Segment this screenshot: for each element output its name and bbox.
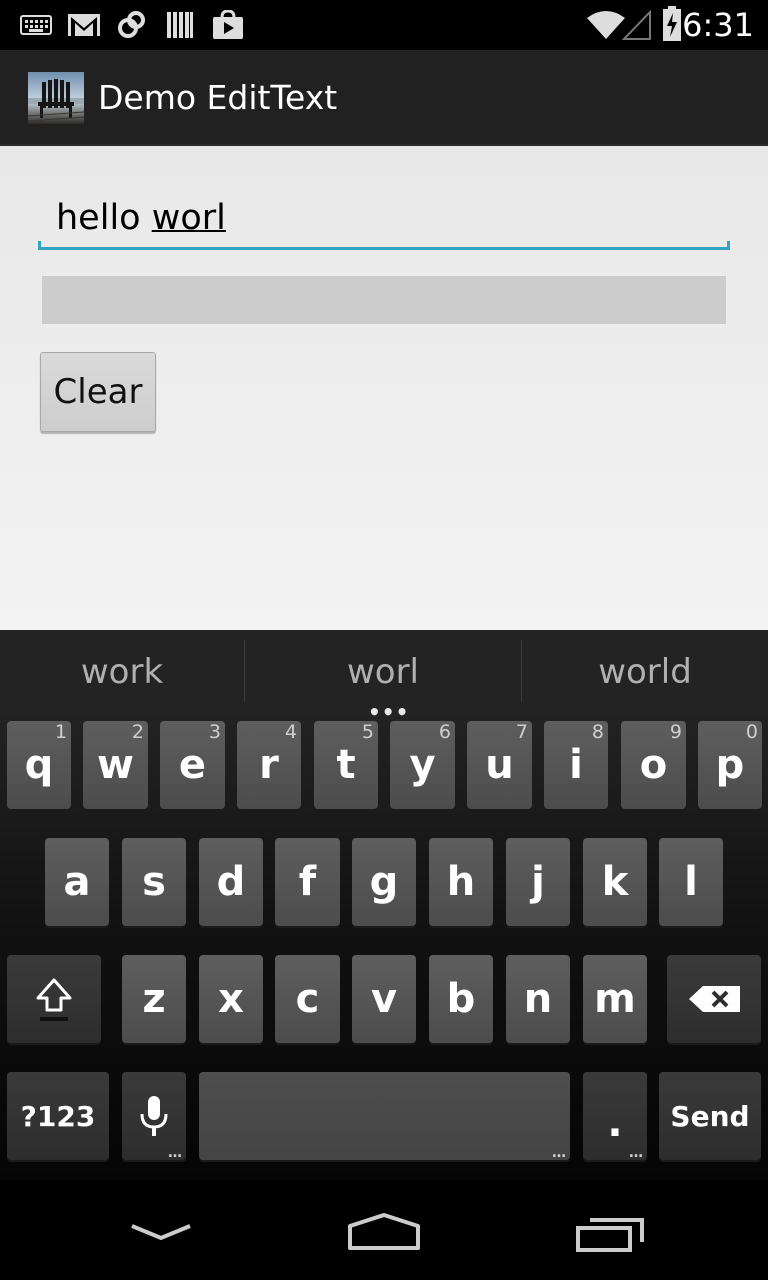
key-label: r <box>259 742 279 788</box>
key-label: t <box>336 742 356 788</box>
key-o[interactable]: o9 <box>621 721 686 809</box>
symbols-key[interactable]: ?123 <box>7 1072 109 1160</box>
play-store-icon <box>213 10 243 39</box>
shift-icon <box>36 978 72 1021</box>
navigation-bar <box>0 1180 768 1280</box>
library-icon <box>167 12 193 38</box>
battery-charging-icon <box>663 6 681 41</box>
key-x[interactable]: x <box>199 955 263 1043</box>
key-alt-label: 8 <box>591 721 604 743</box>
microphone-icon <box>140 1096 168 1136</box>
key-r[interactable]: r4 <box>237 721 301 809</box>
key-q[interactable]: q1 <box>7 721 71 809</box>
delete-key[interactable] <box>667 955 761 1043</box>
more-options-icon: … <box>629 1145 643 1161</box>
key-label: o <box>639 742 668 788</box>
gmail-icon <box>68 14 100 36</box>
key-s[interactable]: s <box>122 838 186 926</box>
key-label: y <box>409 742 436 788</box>
key-alt-label: 4 <box>284 721 297 743</box>
key-label: p <box>715 742 745 788</box>
suggestion-strip: work worl world ••• <box>0 630 768 724</box>
key-u[interactable]: u7 <box>467 721 532 809</box>
text-input-committed: hello <box>56 198 152 238</box>
status-bar: 6:31 <box>0 0 768 50</box>
key-p[interactable]: p0 <box>698 721 762 809</box>
more-options-icon: … <box>168 1145 182 1161</box>
key-alt-label: 7 <box>515 721 528 743</box>
key-m[interactable]: m <box>583 955 647 1043</box>
space-key[interactable]: … <box>199 1072 570 1160</box>
key-label: e <box>178 742 207 788</box>
key-alt-label: 0 <box>745 721 758 743</box>
key-d[interactable]: d <box>199 838 263 926</box>
backspace-icon <box>689 986 740 1012</box>
app-title: Demo EditText <box>98 78 338 117</box>
output-display <box>42 276 726 324</box>
key-a[interactable]: a <box>45 838 109 926</box>
key-alt-label: 1 <box>54 721 67 743</box>
period-key[interactable]: .… <box>583 1072 647 1160</box>
key-i[interactable]: i8 <box>544 721 608 809</box>
text-input[interactable]: hello worl <box>38 188 730 250</box>
suggestion-right[interactable]: world <box>522 640 768 704</box>
key-h[interactable]: h <box>429 838 493 926</box>
recents-icon[interactable] <box>574 1216 648 1254</box>
voice-input-key[interactable]: … <box>122 1072 186 1160</box>
text-input-composing: worl <box>151 198 226 238</box>
key-b[interactable]: b <box>429 955 493 1043</box>
key-v[interactable]: v <box>352 955 416 1043</box>
key-w[interactable]: w2 <box>83 721 148 809</box>
back-icon[interactable] <box>128 1220 194 1248</box>
key-f[interactable]: f <box>275 838 340 926</box>
key-e[interactable]: e3 <box>160 721 225 809</box>
wifi-icon <box>587 11 625 39</box>
key-label: q <box>24 742 54 788</box>
key-alt-label: 2 <box>131 721 144 743</box>
clear-button[interactable]: Clear <box>40 352 156 432</box>
send-key[interactable]: Send <box>659 1072 761 1160</box>
keyboard-icon <box>20 15 52 35</box>
key-y[interactable]: y6 <box>390 721 455 809</box>
status-clock: 6:31 <box>682 6 754 44</box>
key-c[interactable]: c <box>275 955 340 1043</box>
suggestion-left[interactable]: work <box>0 640 244 704</box>
key-t[interactable]: t5 <box>314 721 378 809</box>
action-bar: Demo EditText <box>0 50 768 146</box>
app-icon <box>28 72 84 124</box>
key-alt-label: 3 <box>208 721 221 743</box>
more-options-icon: … <box>552 1145 566 1161</box>
key-alt-label: 9 <box>669 721 682 743</box>
key-j[interactable]: j <box>506 838 570 926</box>
key-g[interactable]: g <box>352 838 416 926</box>
key-label: . <box>607 1100 623 1146</box>
key-alt-label: 6 <box>438 721 451 743</box>
key-label: w <box>97 742 134 788</box>
key-alt-label: 5 <box>361 721 374 743</box>
text-input-value: hello worl <box>56 196 226 240</box>
key-k[interactable]: k <box>583 838 647 926</box>
key-z[interactable]: z <box>122 955 186 1043</box>
key-n[interactable]: n <box>506 955 570 1043</box>
suggestion-center[interactable]: worl <box>245 640 521 704</box>
main-content: hello worl Clear <box>0 146 768 630</box>
key-l[interactable]: l <box>659 838 723 926</box>
signal-icon <box>622 10 651 40</box>
shift-key[interactable] <box>7 955 101 1043</box>
key-label: u <box>485 742 514 788</box>
sync-icon <box>118 11 145 38</box>
key-label: i <box>569 742 583 788</box>
soft-keyboard: work worl world ••• q1 w2 e3 r4 t5 y6 u7… <box>0 630 768 1180</box>
home-icon[interactable] <box>346 1212 422 1252</box>
